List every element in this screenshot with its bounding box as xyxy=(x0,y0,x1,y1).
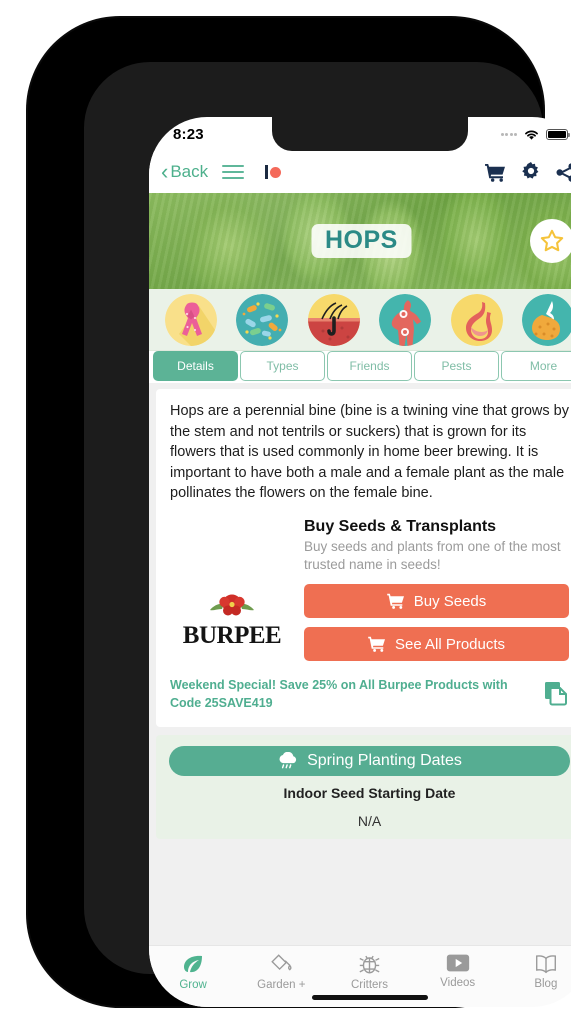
bottom-nav-blog[interactable]: Blog xyxy=(509,952,571,990)
see-all-products-label: See All Products xyxy=(394,635,506,653)
tab-pests[interactable]: Pests xyxy=(414,351,499,381)
bottom-nav-videos-label: Videos xyxy=(440,977,476,989)
benefit-icon-body-pain[interactable] xyxy=(379,293,432,346)
hero-title-chip: HOPS xyxy=(311,224,412,258)
planting-header-label: Spring Planting Dates xyxy=(307,751,462,769)
phone-screen: 8:23 ‹ Back HOPS Details Types Friends P… xyxy=(149,117,571,1007)
back-button-label: Back xyxy=(170,162,209,181)
notch xyxy=(271,117,468,151)
phone-bezel: 8:23 ‹ Back HOPS Details Types Friends P… xyxy=(84,62,571,1007)
app-nav-bar: ‹ Back xyxy=(149,151,571,193)
play-button-icon xyxy=(446,954,469,972)
promo-text: Weekend Special! Save 25% on All Burpee … xyxy=(170,678,508,711)
bottom-nav-videos[interactable]: Videos xyxy=(421,952,495,989)
see-all-products-button[interactable]: See All Products xyxy=(304,627,569,662)
buy-row: BURPEE Buy Seeds See All Products xyxy=(170,580,569,662)
copy-icon xyxy=(545,681,567,706)
benefit-icon-digestion[interactable] xyxy=(522,293,571,346)
phone-frame: 8:23 ‹ Back HOPS Details Types Friends P… xyxy=(28,18,571,1007)
bottom-nav-blog-label: Blog xyxy=(534,978,558,990)
promo-row: Weekend Special! Save 25% on All Burpee … xyxy=(170,677,569,713)
indoor-seed-starting-value: N/A xyxy=(357,812,382,829)
bottom-nav-grow[interactable]: Grow xyxy=(156,952,230,991)
planting-dates-card: Spring Planting Dates Indoor Seed Starti… xyxy=(156,734,571,839)
favorite-button[interactable] xyxy=(530,219,571,263)
tab-details[interactable]: Details xyxy=(153,351,238,381)
content-scroll-area[interactable]: Hops are a perennial bine (bine is a twi… xyxy=(149,383,571,945)
leaf-icon xyxy=(184,955,203,973)
tab-types[interactable]: Types xyxy=(240,351,325,381)
buy-section-subtitle: Buy seeds and plants from one of the mos… xyxy=(304,538,561,573)
share-icon[interactable] xyxy=(556,162,571,182)
gear-icon[interactable] xyxy=(521,162,541,182)
hero-banner: HOPS xyxy=(149,193,571,289)
signal-dots-icon xyxy=(500,132,517,136)
spring-planting-dates-header[interactable]: Spring Planting Dates xyxy=(169,745,570,776)
indoor-seed-starting-label: Indoor Seed Starting Date xyxy=(283,784,456,801)
buy-buttons: Buy Seeds See All Products xyxy=(304,580,569,662)
detail-tab-bar: Details Types Friends Pests More xyxy=(149,351,571,381)
shopping-cart-icon[interactable] xyxy=(485,163,506,182)
rain-cloud-icon xyxy=(279,752,297,769)
buy-seeds-button[interactable]: Buy Seeds xyxy=(304,584,569,619)
burpee-flower-logo-icon xyxy=(210,594,254,616)
benefit-icon-cancer-ribbon[interactable] xyxy=(164,293,217,346)
home-indicator xyxy=(311,995,428,1000)
bug-icon xyxy=(359,955,380,974)
buy-seeds-label: Buy Seeds xyxy=(413,592,487,610)
back-button[interactable]: ‹ Back xyxy=(161,161,208,183)
shopping-cart-icon xyxy=(368,637,385,653)
status-time: 8:23 xyxy=(173,125,204,143)
burpee-wordmark: BURPEE xyxy=(182,622,282,650)
burpee-logo: BURPEE xyxy=(170,580,294,648)
hamburger-menu-icon[interactable] xyxy=(222,164,245,180)
bottom-nav-critters[interactable]: Critters xyxy=(332,952,406,991)
benefit-icon-strip xyxy=(149,289,571,351)
benefit-icon-microbiome[interactable] xyxy=(236,293,289,346)
buy-section-heading: Buy Seeds & Transplants xyxy=(304,517,497,535)
watering-can-icon xyxy=(271,954,292,971)
tab-more[interactable]: More xyxy=(501,351,571,381)
open-book-icon xyxy=(535,955,556,974)
shopping-cart-icon xyxy=(386,594,404,610)
bottom-nav-critters-label: Critters xyxy=(350,979,388,991)
status-indicators xyxy=(500,128,570,141)
details-card: Hops are a perennial bine (bine is a twi… xyxy=(156,389,571,727)
buy-seeds-section: Buy Seeds & Transplants Buy seeds and pl… xyxy=(170,518,569,713)
chevron-left-icon: ‹ xyxy=(161,159,169,184)
copy-code-button[interactable] xyxy=(543,680,569,711)
benefit-icon-hair-follicle[interactable] xyxy=(307,293,360,346)
plant-description: Hops are a perennial bine (bine is a twi… xyxy=(170,403,569,502)
wifi-icon xyxy=(525,130,538,140)
battery-icon xyxy=(546,128,570,140)
bottom-nav-garden[interactable]: Garden + xyxy=(244,952,318,991)
page-title: HOPS xyxy=(325,226,398,254)
patreon-logo-icon[interactable] xyxy=(258,161,289,183)
bottom-nav-grow-label: Grow xyxy=(179,979,207,991)
star-outline-icon xyxy=(540,229,564,252)
tab-friends[interactable]: Friends xyxy=(327,351,412,381)
bottom-nav-garden-label: Garden + xyxy=(257,979,306,991)
benefit-icon-stomach[interactable] xyxy=(450,293,503,346)
